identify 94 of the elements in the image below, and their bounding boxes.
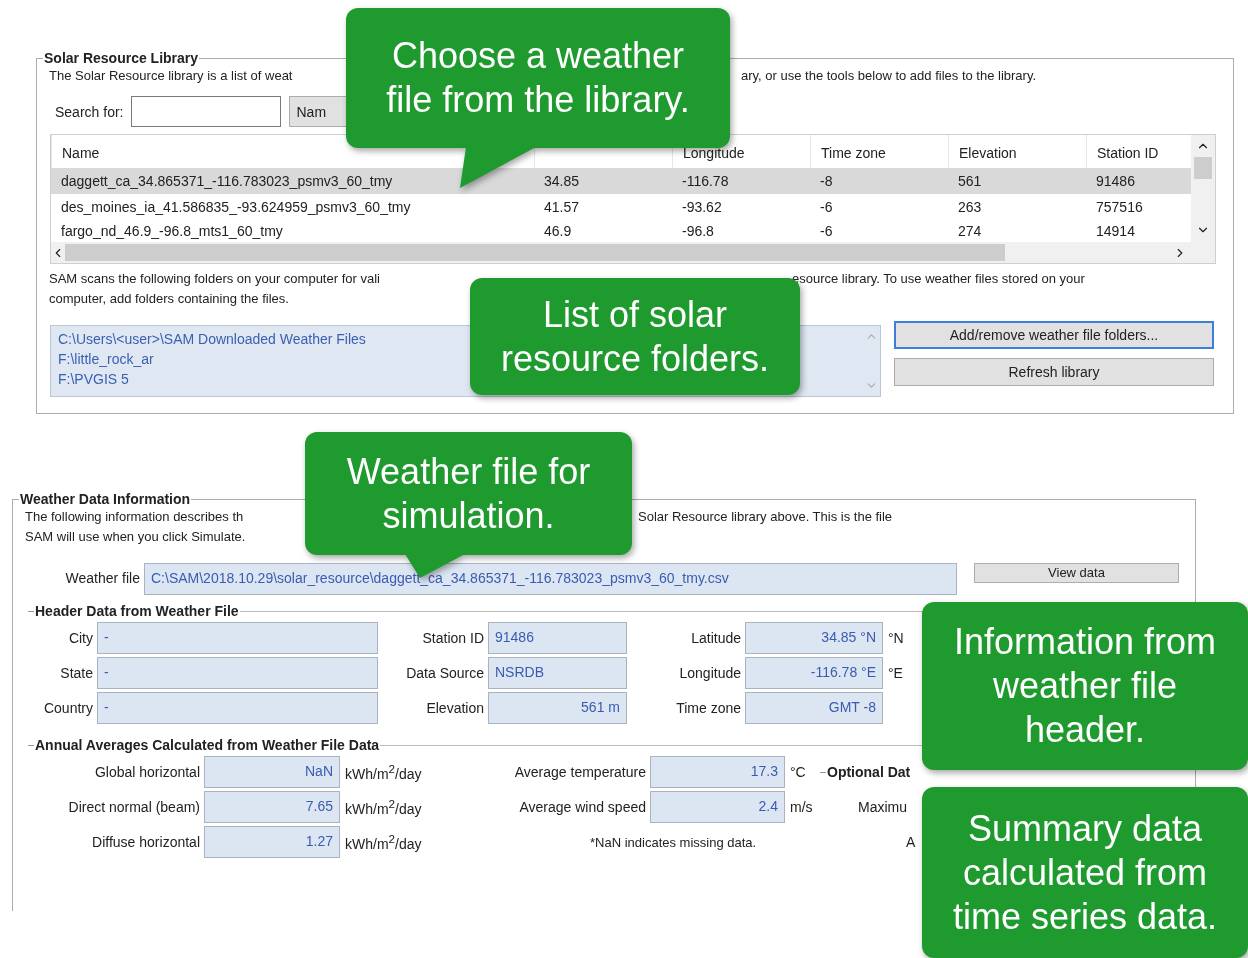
table-cell-text: -116.78: [681, 172, 730, 191]
unit-label: °E: [887, 665, 904, 681]
value-field[interactable]: 34.85 °N: [745, 622, 883, 654]
value-field[interactable]: NSRDB: [488, 657, 627, 689]
folder-action-button[interactable]: Add/remove weather file folders...: [894, 321, 1214, 349]
unit-label: °N: [887, 630, 905, 646]
value-field[interactable]: 2.4: [650, 791, 785, 823]
column-header[interactable]: Name: [62, 145, 100, 161]
field-label: Global horizontal: [93, 763, 201, 782]
value-field[interactable]: -: [97, 692, 378, 724]
field-label: State: [59, 664, 94, 683]
callout-text: Weather file for simulation.: [346, 449, 591, 538]
table-cell-text: -8: [819, 172, 834, 191]
column-header[interactable]: Time zone: [821, 145, 886, 161]
field-label: A: [906, 834, 916, 850]
folders-note: esource library. To use weather files stored on your: [792, 270, 1085, 288]
value-field[interactable]: -: [97, 622, 378, 654]
column-header[interactable]: Station ID: [1097, 145, 1159, 161]
unit-label: kWh/m$^{2}$/day: [344, 762, 423, 782]
table-cell-text: 561: [957, 172, 983, 191]
scroll-thumb[interactable]: [1194, 157, 1212, 179]
view-data-button[interactable]: View data: [974, 563, 1179, 583]
unit-label: m/s: [789, 799, 814, 815]
table-cell-text: 757516: [1095, 198, 1144, 217]
field-label: City: [67, 629, 94, 648]
table-cell-text: fargo_nd_46.9_-96.8_mts1_60_tmy: [60, 222, 284, 241]
field-label: Diffuse horizontal: [91, 833, 201, 852]
callout-text: List of solar resource folders.: [500, 292, 770, 381]
field-label: Data Source: [405, 664, 485, 683]
field-label: Weather file: [64, 569, 141, 588]
section-title: Optional Dat: [827, 764, 911, 780]
table-cell-text: 34.85: [543, 172, 581, 191]
folder-action-button[interactable]: Refresh library: [894, 358, 1214, 386]
table-cell-text: -93.62: [681, 198, 723, 217]
value-field[interactable]: -116.78 °E: [745, 657, 883, 689]
table-cell-text: daggett_ca_34.865371_-116.783023_psmv3_60_tmy: [60, 172, 394, 191]
section-title: Header Data from Weather File: [35, 602, 239, 620]
description-text: SAM will use when you click Simulate.: [25, 528, 246, 546]
horizontal-scrollbar[interactable]: [51, 242, 1191, 263]
section-title: Annual Averages Calculated from Weather File Data: [35, 736, 380, 754]
field-label: Maximu: [858, 799, 907, 815]
weather-file-field[interactable]: C:\SAM\2018.10.29\solar_resource\daggett_ca_34.865371_-116.783023_psmv3_60_tmy.csv: [144, 563, 957, 595]
value-field[interactable]: 1.27: [204, 826, 340, 858]
folders-note: computer, add folders containing the files.: [49, 290, 289, 308]
table-cell-text: 14914: [1095, 222, 1136, 241]
field-label: Average wind speed: [518, 798, 647, 817]
value-field[interactable]: 7.65: [204, 791, 340, 823]
table-cell-text: 46.9: [543, 222, 573, 241]
search-field[interactable]: [131, 96, 282, 127]
table-cell-text: des_moines_ia_41.586835_-93.624959_psmv3_60_tmy: [60, 198, 412, 217]
folder-item[interactable]: F:\PVGIS 5: [58, 369, 129, 389]
column-header[interactable]: Elevation: [959, 145, 1017, 161]
unit-label: °C: [789, 764, 807, 780]
folder-item[interactable]: C:\Users\<user>\SAM Downloaded Weather Files: [58, 329, 366, 349]
value-field[interactable]: 17.3: [650, 756, 785, 788]
field-label: Country: [42, 699, 94, 718]
unit-label: kWh/m$^{2}$/day: [344, 832, 423, 852]
description-text: Solar Resource library above. This is the file: [638, 508, 893, 526]
callout-text: Information from weather file header.: [953, 620, 1217, 752]
group-title: Weather Data Information: [19, 491, 192, 507]
vertical-scrollbar[interactable]: [1191, 135, 1215, 263]
note-text: *NaN indicates missing data.: [589, 834, 758, 850]
table-cell-text: 41.57: [543, 198, 581, 217]
field-label: Average temperature: [513, 763, 647, 782]
table-cell-text: 91486: [1095, 172, 1136, 191]
column-header[interactable]: Longitude: [683, 145, 745, 161]
folders-note: SAM scans the following folders on your computer for vali: [49, 270, 380, 288]
value-field[interactable]: GMT -8: [745, 692, 883, 724]
value-field[interactable]: 91486: [488, 622, 627, 654]
value-field[interactable]: 561 m: [488, 692, 627, 724]
field-label: Longitude: [678, 664, 742, 683]
value-field[interactable]: NaN: [204, 756, 340, 788]
unit-label: kWh/m$^{2}$/day: [344, 797, 423, 817]
table-row[interactable]: daggett_ca_34.865371_-116.783023_psmv3_60_tmy 34.85 -116.78 -8 561 91486: [51, 168, 1191, 194]
description-text: The Solar Resource library is a list of weat: [49, 67, 293, 85]
field-label: Station ID: [421, 629, 485, 648]
field-label: Elevation: [425, 699, 485, 718]
value-field[interactable]: -: [97, 657, 378, 689]
folder-item[interactable]: F:\little_rock_ar: [58, 349, 154, 369]
description-text: The following information describes th: [25, 508, 244, 526]
group-title: Solar Resource Library: [43, 50, 200, 66]
table-cell-text: 274: [957, 222, 983, 241]
callout-text: Choose a weather file from the library.: [386, 34, 690, 122]
field-label: Latitude: [690, 629, 742, 648]
table-cell-text: -6: [819, 222, 834, 241]
table-cell-text: 263: [957, 198, 983, 217]
description-text: ary, or use the tools below to add files to the library.: [741, 67, 1037, 85]
field-label: Direct normal (beam): [67, 798, 201, 817]
table-cell-text: -6: [819, 198, 834, 217]
field-label: Time zone: [675, 699, 742, 718]
table-cell-text: -96.8: [681, 222, 715, 241]
scroll-thumb[interactable]: [65, 244, 1005, 261]
callout-text: Summary data calculated from time series data.: [952, 806, 1218, 939]
search-label: Search for:: [55, 102, 124, 122]
